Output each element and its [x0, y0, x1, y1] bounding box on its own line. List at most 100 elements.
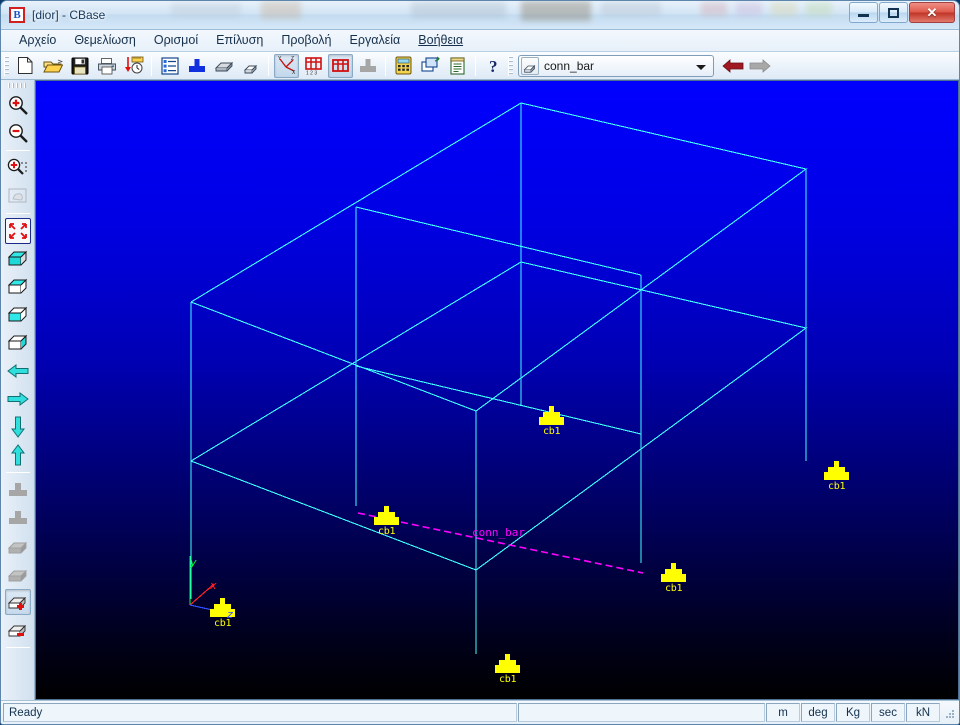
axis-label-x: x [210, 579, 217, 592]
chevron-down-icon[interactable] [696, 64, 706, 70]
menu-tools[interactable]: Εργαλεία [341, 31, 410, 50]
menu-file[interactable]: Αρχείο [10, 31, 65, 50]
grid-numbered-button[interactable]: 1 2 3 [301, 54, 326, 78]
sidebar-separator [5, 150, 30, 151]
menu-foundation[interactable]: Θεμελίωση [65, 31, 145, 50]
remove-beam-icon [7, 624, 26, 637]
connecting-bar-line [357, 512, 644, 574]
rotate-right-button[interactable] [5, 386, 31, 412]
axes-icon: Y Z X [278, 56, 296, 75]
model-viewport[interactable]: cb1 cb1 cb1 cb1 cb1 cb1 conn_bar y x z [35, 80, 959, 700]
slab-button[interactable] [211, 54, 236, 78]
sidebar-separator [5, 472, 30, 473]
zoom-window-button[interactable] [5, 155, 31, 181]
menu-solve[interactable]: Επίλυση [207, 31, 272, 50]
view-top-button[interactable] [5, 274, 31, 300]
node-label-mid-right: cb1 [665, 583, 683, 594]
axis-label-y: y [190, 556, 197, 569]
resize-grip[interactable] [941, 703, 957, 722]
footing-button[interactable] [184, 54, 209, 78]
toolbar-separator [151, 55, 152, 76]
toolbar-separator [475, 55, 476, 76]
export-button[interactable] [418, 54, 443, 78]
menu-help[interactable]: Βοήθεια [409, 31, 472, 50]
menu-help-label: Βοήθεια [418, 33, 464, 47]
help-question-icon: ? [489, 57, 498, 75]
main-toolbar: Y Z X 1 2 3 ? conn_bar [1, 52, 959, 80]
desktop-bleed-artifact [171, 3, 241, 17]
new-document-button[interactable] [13, 54, 38, 78]
title-bar: B [dior] - CBase ✕ [1, 1, 959, 30]
view-iso-cyan-icon [7, 250, 27, 266]
zoom-in-button[interactable] [5, 92, 31, 118]
new-document-icon [18, 57, 33, 74]
axes-button[interactable]: Y Z X [274, 53, 299, 78]
print-button[interactable] [94, 54, 119, 78]
desktop-bleed-artifact [261, 1, 301, 19]
workspace: cb1 cb1 cb1 cb1 cb1 cb1 conn_bar y x z [1, 80, 959, 700]
report-button[interactable] [445, 54, 470, 78]
measure-time-icon [124, 56, 143, 74]
sidebar-separator [5, 213, 30, 214]
beam-button[interactable] [238, 54, 263, 78]
open-folder-button[interactable] [40, 54, 65, 78]
app-logo-letter: B [13, 8, 21, 21]
rotate-right-icon [7, 392, 29, 406]
maximize-icon [888, 7, 899, 18]
calculator-icon [395, 56, 412, 75]
combo-toolbar-grip[interactable] [508, 55, 513, 76]
zoom-in-icon [8, 96, 28, 115]
menu-bar: Αρχείο Θεμελίωση Ορισμοί Επίλυση Προβολή… [1, 30, 959, 52]
slab-icon [214, 61, 233, 71]
view-side-button[interactable] [5, 330, 31, 356]
next-button[interactable] [747, 54, 772, 78]
help-button[interactable]: ? [481, 54, 506, 78]
view-iso-button[interactable] [5, 246, 31, 272]
save-button[interactable] [67, 54, 92, 78]
toolbar-grip[interactable] [4, 55, 9, 76]
rotate-down-button[interactable] [5, 414, 31, 440]
grid-red-icon [332, 58, 349, 72]
rotate-down-icon [10, 416, 25, 438]
rotate-left-button[interactable] [5, 358, 31, 384]
combobox-value: conn_bar [544, 58, 595, 73]
export-icon [420, 56, 440, 72]
beam-icon [521, 56, 539, 75]
maximize-button[interactable] [879, 2, 908, 23]
footing-icon [188, 58, 205, 72]
desktop-bleed-artifact [521, 1, 591, 21]
toolbar-separator [268, 55, 269, 76]
minimize-button[interactable] [849, 2, 878, 23]
wireframe-scene: cb1 cb1 cb1 cb1 cb1 cb1 conn_bar y x z [36, 81, 958, 699]
menu-view[interactable]: Προβολή [272, 31, 340, 50]
calculator-button[interactable] [391, 54, 416, 78]
zoom-out-button[interactable] [5, 120, 31, 146]
footing-gray-1-icon [8, 483, 27, 496]
element-type-combobox[interactable]: conn_bar [518, 54, 714, 77]
viewport-canvas[interactable]: cb1 cb1 cb1 cb1 cb1 cb1 conn_bar y x z [36, 81, 958, 699]
footing-gray-2-button [5, 505, 31, 531]
rotate-up-button[interactable] [5, 442, 31, 468]
arrow-left-icon [721, 58, 743, 73]
minimize-icon [858, 14, 869, 17]
grid-button[interactable] [328, 53, 353, 78]
remove-beam-button[interactable] [5, 617, 31, 643]
properties-button[interactable] [157, 54, 182, 78]
add-beam-button[interactable] [4, 589, 31, 615]
close-icon: ✕ [926, 4, 938, 20]
resize-grip-icon [946, 710, 954, 718]
view-side-icon [7, 334, 27, 350]
pan-button [5, 183, 31, 209]
menu-definitions[interactable]: Ορισμοί [145, 31, 207, 50]
zoom-extents-button[interactable] [4, 218, 31, 244]
rotate-left-icon [6, 364, 28, 378]
sidebar-grip[interactable] [7, 83, 28, 88]
view-front-button[interactable] [5, 302, 31, 328]
measure-time-button[interactable] [121, 54, 146, 78]
view-front-icon [7, 306, 27, 322]
close-button[interactable]: ✕ [909, 2, 955, 23]
previous-button[interactable] [720, 54, 745, 78]
footing-disabled-button [355, 54, 380, 78]
zoom-window-icon [7, 158, 27, 175]
application-window: B [dior] - CBase ✕ Αρχείο Θεμελίωση Ορισ… [0, 0, 960, 725]
